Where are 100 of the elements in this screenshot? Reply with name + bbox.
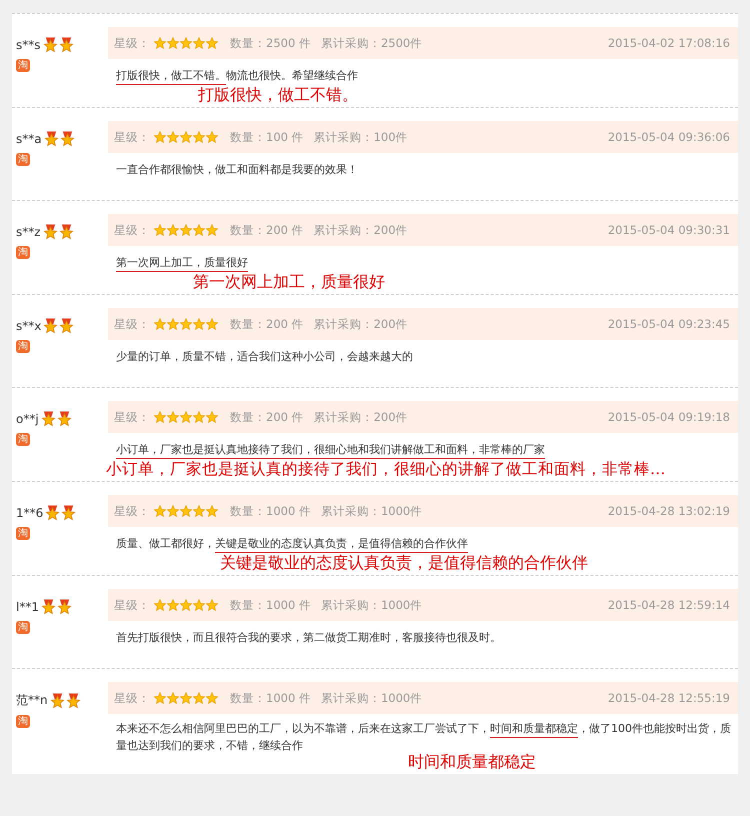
star-icon	[206, 599, 218, 611]
quantity-text: 数量：1000 件	[230, 598, 311, 612]
star-icon	[167, 599, 179, 611]
medal-icon	[40, 599, 56, 615]
star-icon	[206, 224, 218, 236]
review-date: 2015-04-02 17:08:16	[608, 36, 730, 50]
rating-label: 星级：	[114, 36, 150, 50]
star-icon	[193, 224, 205, 236]
review-date: 2015-04-28 13:02:19	[608, 504, 730, 518]
star-icon	[193, 411, 205, 423]
user-name: s**s	[16, 38, 41, 52]
star-icon	[193, 599, 205, 611]
star-icon	[180, 411, 192, 423]
star-icon	[206, 505, 218, 517]
quantity-text: 数量：1000 件	[230, 504, 311, 518]
star-icon	[154, 411, 166, 423]
star-icon	[193, 131, 205, 143]
review-date: 2015-05-04 09:23:45	[608, 317, 730, 331]
rating-label: 星级：	[114, 222, 150, 238]
review-date: 2015-05-04 09:36:06	[608, 130, 730, 144]
star-icon	[154, 505, 166, 517]
medal-icon	[42, 37, 58, 53]
quantity-text: 数量：100 件	[230, 130, 304, 144]
taobao-badge: 淘	[16, 715, 30, 728]
rating-label: 星级：	[114, 690, 150, 706]
total-purchase-text: 累计采购：100件	[314, 130, 408, 144]
review-comment: 首先打版很快，而且很符合我的要求，第二做货工期准时，客服接待也很及时。	[116, 630, 502, 646]
review-date: 2015-05-04 09:30:31	[608, 223, 730, 237]
annotation-text: 打版很快，做工不错。	[198, 85, 359, 105]
total-purchase-text: 累计采购：200件	[314, 222, 408, 238]
user-name: 1**6	[16, 506, 44, 520]
star-icon	[154, 318, 166, 330]
quantity-text: 数量：200 件	[230, 222, 304, 238]
rating-label: 星级：	[114, 410, 150, 424]
taobao-badge: 淘	[16, 153, 30, 166]
medal-icon	[43, 318, 58, 334]
medal-icon	[45, 505, 60, 521]
quantity-text: 数量：200 件	[230, 316, 304, 332]
taobao-badge: 淘	[16, 340, 30, 353]
user-name: 范**n	[16, 692, 48, 709]
star-icon	[206, 37, 218, 49]
taobao-badge: 淘	[16, 527, 30, 540]
star-icon	[154, 131, 166, 143]
user-name: o**j	[16, 412, 39, 426]
medal-icon	[40, 411, 56, 427]
star-icon	[193, 37, 205, 49]
quantity-text: 数量：2500 件	[230, 36, 311, 50]
total-purchase-text: 累计采购：2500件	[320, 36, 422, 50]
review-date: 2015-05-04 09:19:18	[608, 410, 730, 424]
medal-icon	[61, 505, 76, 521]
medal-icon	[42, 224, 58, 240]
annotation-text: 小订单，厂家也是挺认真的接待了我们，很细心的讲解了做工和面料，非常棒…	[106, 459, 666, 479]
user-name: s**a	[16, 132, 42, 146]
annotation-text: 关键是敬业的态度认真负责，是值得信赖的合作伙伴	[220, 553, 589, 573]
star-icon	[180, 505, 192, 517]
medal-icon	[56, 411, 72, 427]
star-icon	[167, 318, 179, 330]
star-icon	[154, 692, 166, 704]
total-purchase-text: 累计采购：1000件	[320, 598, 422, 612]
total-purchase-text: 累计采购：200件	[314, 410, 408, 424]
review-date: 2015-04-28 12:55:19	[608, 691, 730, 705]
annotation-text: 时间和质量都稳定	[408, 752, 537, 772]
star-icon	[167, 224, 179, 236]
annotation-text: 第一次网上加工，质量很好	[193, 272, 386, 292]
review-comment: 小订单，厂家也是挺认真地接待了我们，很细心地和我们讲解做工和面料，非常棒的厂家	[116, 441, 738, 458]
review-comment: 一直合作都很愉快，做工和面料都是我要的效果！	[116, 162, 359, 178]
star-icon	[180, 599, 192, 611]
review-comment: 本来还不怎么相信阿里巴巴的工厂，以为不靠谱，后来在这家工厂尝试了下，时间和质量都稳定，做了100件也能按时出货，质量也达到我们的要求，不错，继续合作	[116, 721, 732, 754]
star-icon	[167, 37, 179, 49]
star-icon	[154, 224, 166, 236]
quantity-text: 数量：1000 件	[230, 690, 311, 706]
star-icon	[180, 318, 192, 330]
star-icon	[167, 692, 179, 704]
user-name: s**x	[16, 319, 42, 333]
rating-label: 星级：	[114, 130, 150, 144]
rating-label: 星级：	[114, 504, 150, 518]
taobao-badge: 淘	[16, 246, 30, 259]
review-comment: 质量、做工都很好，关键是敬业的态度认真负责，是值得信赖的合作伙伴	[116, 535, 738, 552]
medal-icon	[59, 318, 74, 334]
user-name: s**z	[16, 225, 41, 239]
taobao-badge: 淘	[16, 621, 30, 634]
rating-label: 星级：	[114, 598, 150, 612]
star-icon	[154, 599, 166, 611]
medal-icon	[50, 692, 65, 708]
quantity-text: 数量：200 件	[230, 410, 304, 424]
rating-label: 星级：	[114, 316, 150, 332]
star-icon	[193, 505, 205, 517]
star-icon	[206, 131, 218, 143]
star-icon	[167, 131, 179, 143]
taobao-badge: 淘	[16, 433, 30, 446]
star-icon	[167, 505, 179, 517]
review-comment: 第一次网上加工，质量很好	[116, 254, 738, 271]
star-icon	[180, 37, 192, 49]
medal-icon	[56, 599, 72, 615]
star-icon	[167, 411, 179, 423]
star-icon	[180, 224, 192, 236]
star-icon	[180, 131, 192, 143]
star-icon	[206, 318, 218, 330]
medal-icon	[44, 131, 59, 147]
medal-icon	[58, 224, 74, 240]
